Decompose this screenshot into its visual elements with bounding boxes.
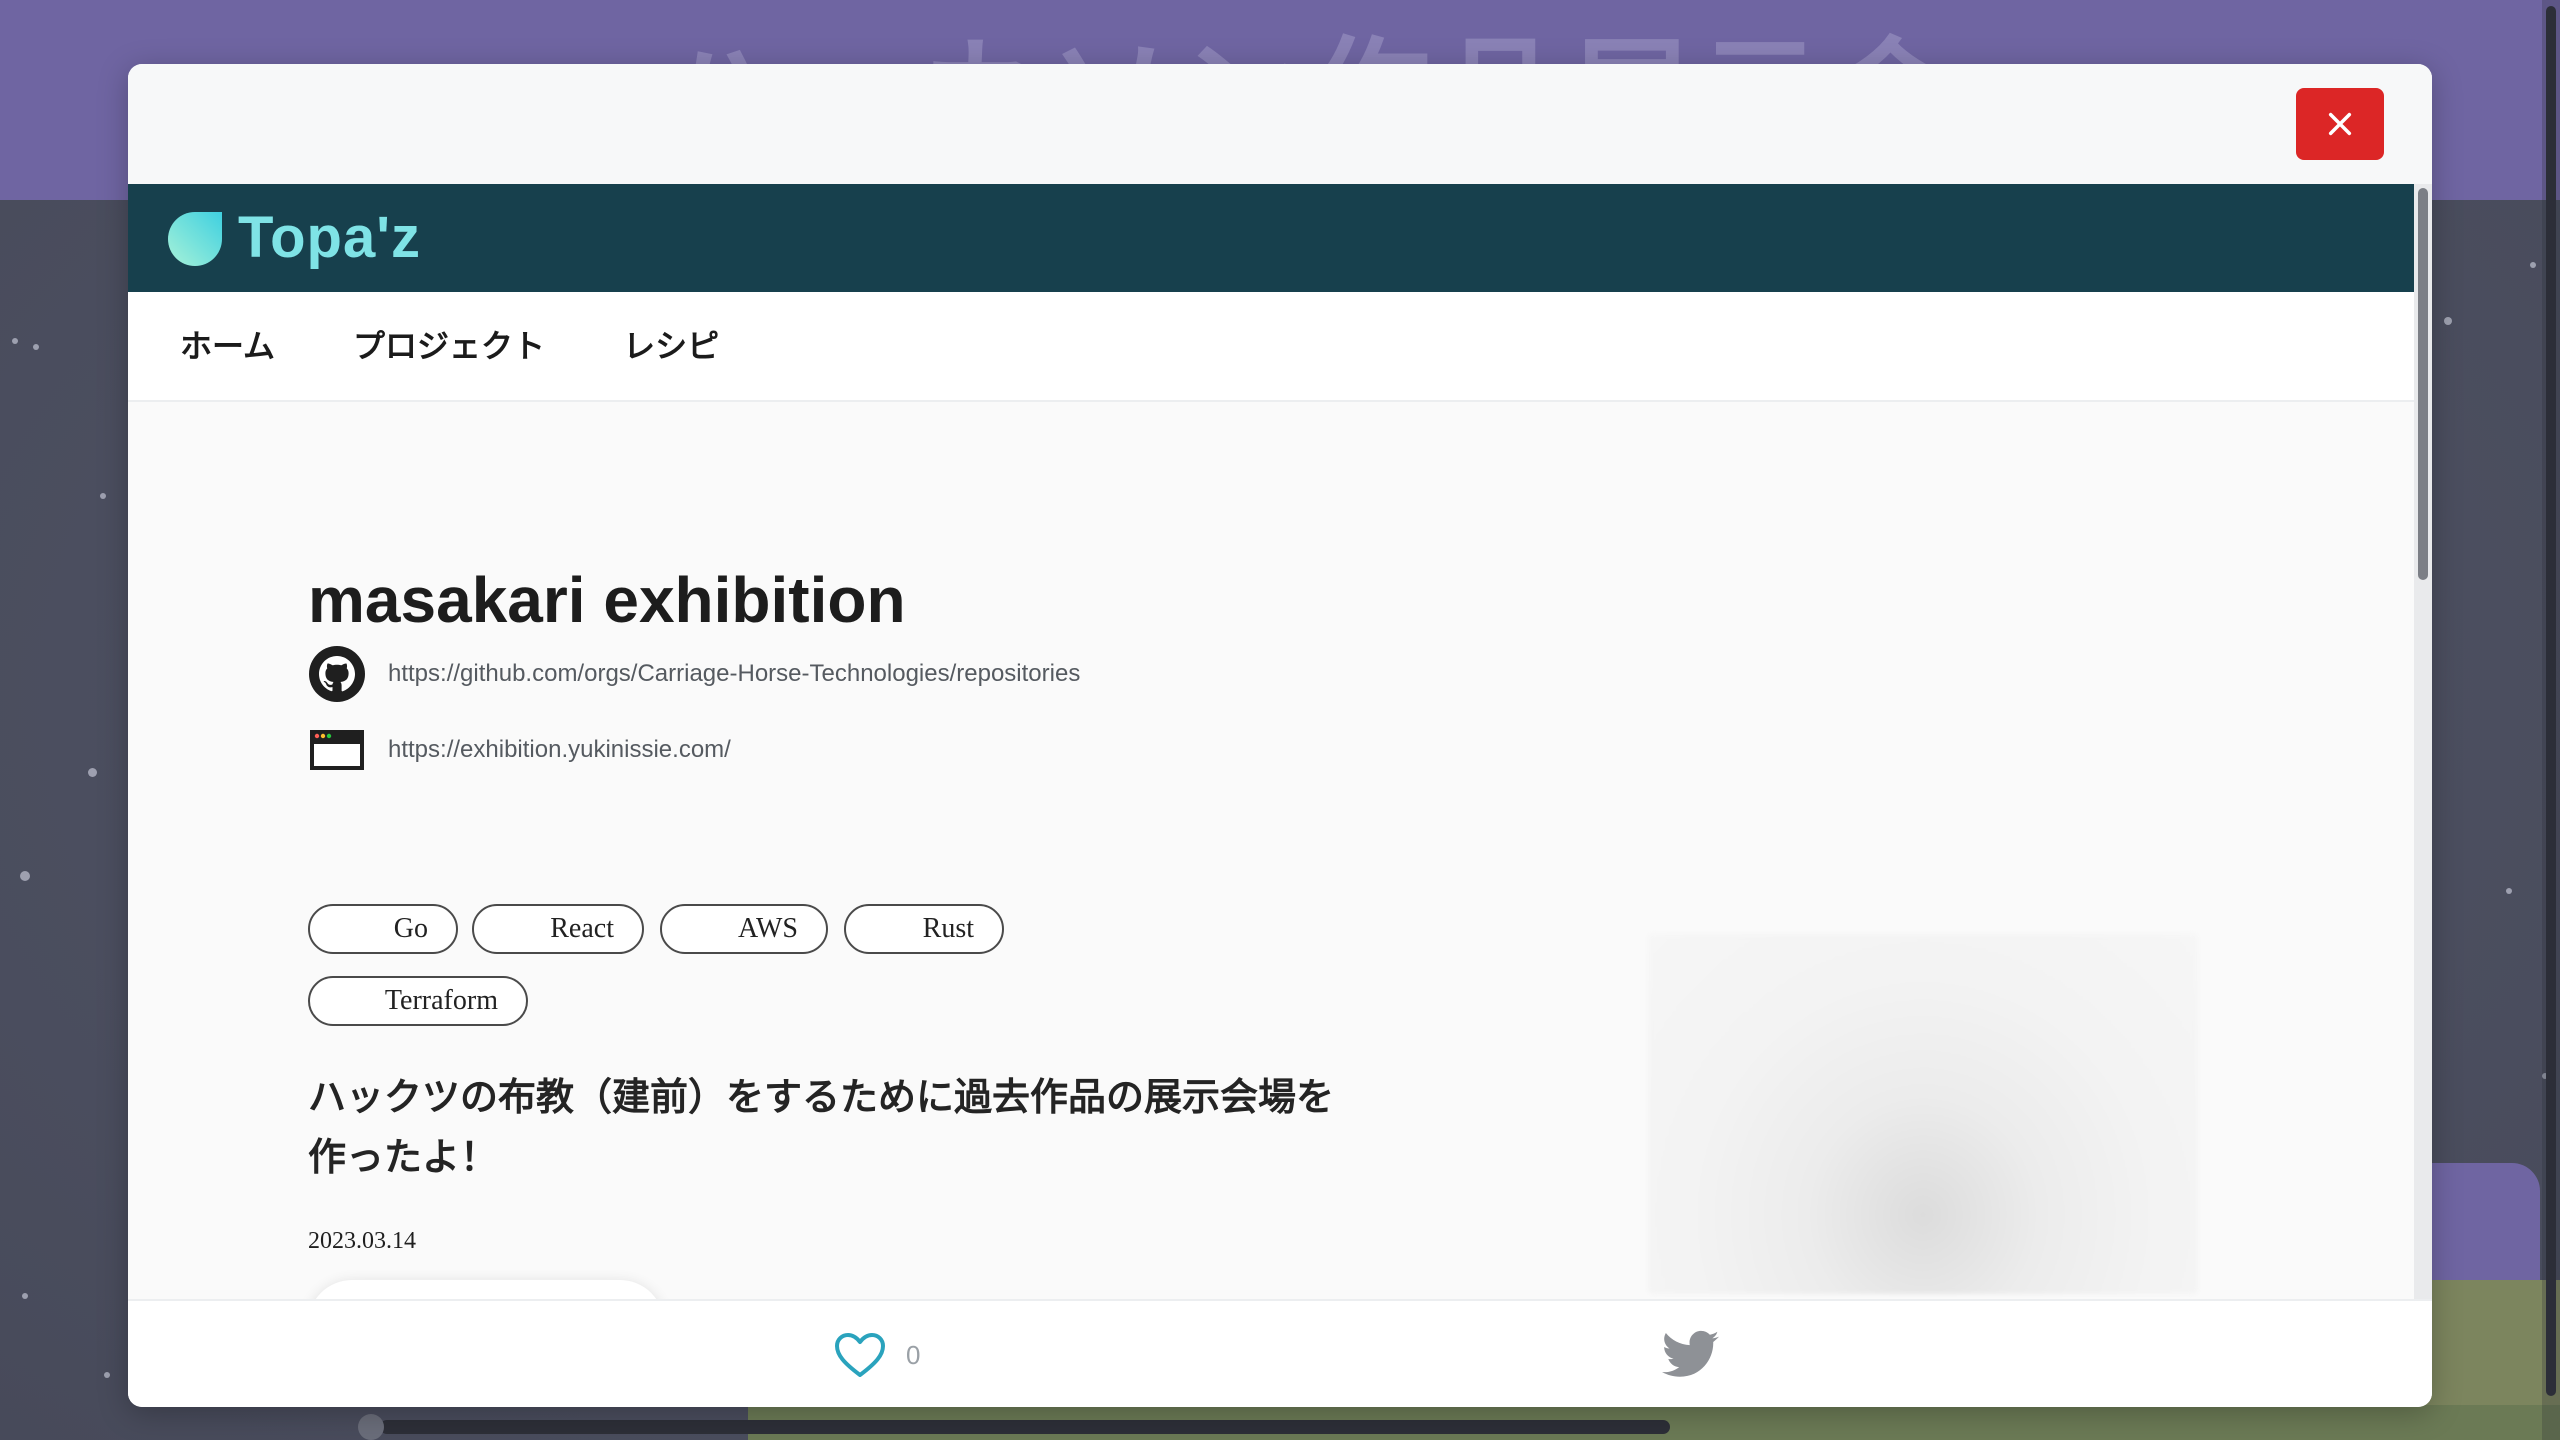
- star: [2506, 888, 2512, 894]
- project-description: ハックツの布教（建前）をするために過去作品の展示会場を作ったよ！: [308, 1077, 1335, 1179]
- like-button[interactable]: 0: [834, 1327, 920, 1383]
- github-link[interactable]: https://github.com/orgs/Carriage-Horse-T…: [388, 660, 1080, 688]
- project-thumbnail: [1648, 934, 2198, 1294]
- like-count: 0: [906, 1340, 921, 1370]
- page-horizontal-scroll-knob[interactable]: [358, 1414, 384, 1440]
- topaz-logo-icon: [168, 212, 222, 266]
- star: [12, 338, 18, 344]
- tag-react[interactable]: React: [472, 904, 644, 954]
- website-link-row: https://exhibition.yukinissie.com/: [308, 720, 731, 780]
- star: [2444, 317, 2452, 325]
- twitter-icon[interactable]: [1662, 1329, 1720, 1381]
- page-horizontal-scrollbar[interactable]: [380, 1420, 1670, 1434]
- embedded-scrollbar-thumb[interactable]: [2418, 188, 2428, 580]
- tag-rust[interactable]: Rust: [844, 904, 1004, 954]
- star: [2530, 262, 2536, 268]
- modal-footer: 0: [128, 1299, 2432, 1407]
- tag-go[interactable]: Go: [308, 904, 458, 954]
- browser-window-icon: [310, 730, 364, 770]
- tag-terraform[interactable]: Terraform: [308, 976, 528, 1026]
- nav-item-recipes[interactable]: レシピ: [623, 292, 719, 400]
- github-link-row: https://github.com/orgs/Carriage-Horse-T…: [308, 644, 1080, 704]
- heart-icon: [835, 1333, 885, 1377]
- nav-item-projects[interactable]: プロジェクト: [353, 292, 545, 400]
- project-modal: Topa'z ホーム プロジェクト レシピ masakari exhibitio…: [128, 64, 2432, 1407]
- star: [100, 493, 106, 499]
- tag-aws[interactable]: AWS: [660, 904, 828, 954]
- star: [88, 768, 97, 777]
- close-icon: [2328, 112, 2352, 136]
- project-title: masakari exhibition: [308, 564, 906, 636]
- modal-topbar: [128, 64, 2432, 184]
- website-link[interactable]: https://exhibition.yukinissie.com/: [388, 736, 731, 764]
- site-nav: ホーム プロジェクト レシピ: [128, 292, 2414, 402]
- site-logo-text[interactable]: Topa'z: [238, 198, 421, 278]
- page-scrollbar-thumb[interactable]: [2546, 6, 2556, 1396]
- star: [20, 871, 30, 881]
- close-button[interactable]: [2296, 88, 2384, 160]
- github-icon: [309, 646, 365, 702]
- star: [33, 344, 39, 350]
- star: [104, 1372, 110, 1378]
- site-header: Topa'z: [128, 184, 2414, 292]
- project-detail: masakari exhibition https://github.com/o…: [308, 400, 2208, 1364]
- project-date: 2023.03.14: [308, 1228, 416, 1254]
- nav-item-home[interactable]: ホーム: [180, 292, 275, 400]
- star: [22, 1293, 28, 1299]
- embedded-page: Topa'z ホーム プロジェクト レシピ masakari exhibitio…: [128, 184, 2432, 1364]
